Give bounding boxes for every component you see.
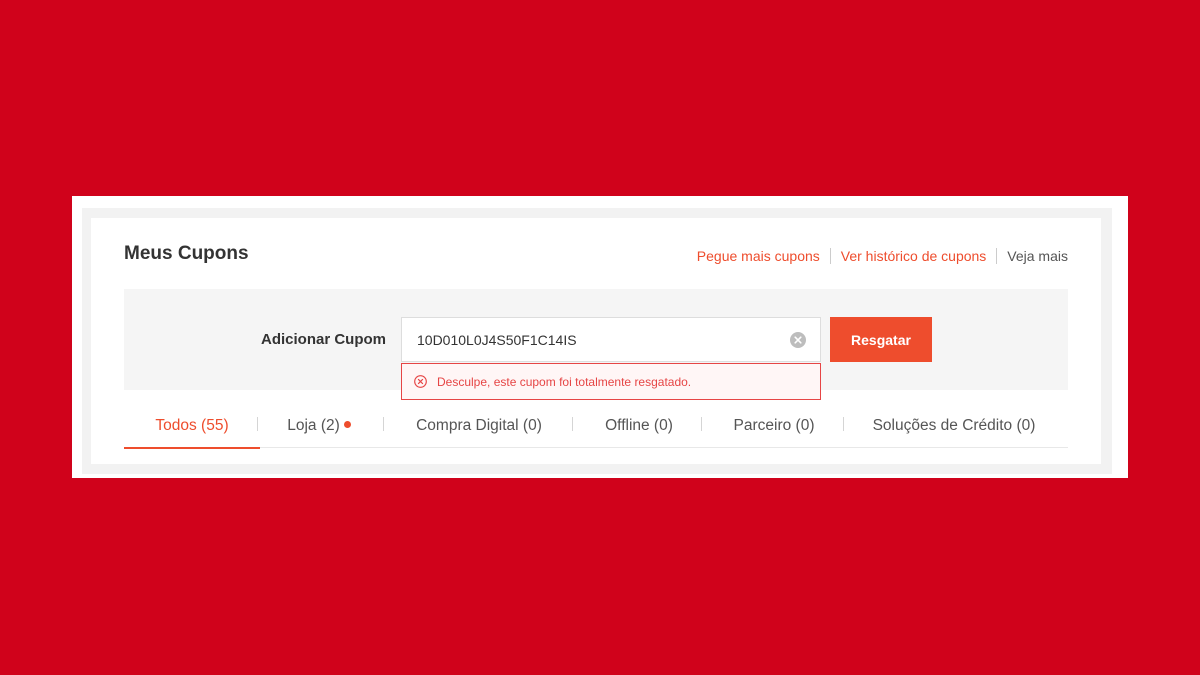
coupons-panel: Meus Cupons Pegue mais cupons Ver histór…: [91, 218, 1101, 464]
coupon-code-input[interactable]: [402, 318, 772, 361]
coupon-history-link[interactable]: Ver histórico de cupons: [841, 248, 987, 264]
tab-label: Compra Digital (0): [416, 417, 542, 434]
coupon-code-field[interactable]: [401, 317, 821, 362]
error-circle-x-icon: [414, 375, 427, 388]
tab-divider: [572, 417, 573, 431]
tab-label: Loja (2): [287, 417, 340, 434]
link-divider: [996, 248, 998, 264]
get-more-coupons-link[interactable]: Pegue mais cupons: [697, 248, 820, 264]
clear-input-icon[interactable]: [790, 332, 806, 348]
tab-credit-solutions[interactable]: Soluções de Crédito (0): [864, 404, 1044, 448]
tab-label: Offline (0): [605, 417, 673, 434]
link-divider: [829, 248, 831, 264]
tab-label: Parceiro (0): [733, 417, 815, 434]
add-coupon-label: Adicionar Cupom: [261, 331, 387, 348]
page-title: Meus Cupons: [124, 243, 249, 264]
screenshot-frame: Meus Cupons Pegue mais cupons Ver histór…: [72, 196, 1128, 478]
tab-store[interactable]: Loja (2): [274, 404, 364, 448]
header-links: Pegue mais cupons Ver histórico de cupon…: [697, 248, 1068, 264]
tab-divider: [701, 417, 702, 431]
tab-divider: [383, 417, 384, 431]
see-more-link[interactable]: Veja mais: [1007, 248, 1068, 264]
coupon-category-tabs: Todos (55) Loja (2) Compra Digital (0) O…: [124, 404, 1068, 449]
tab-all[interactable]: Todos (55): [124, 404, 260, 449]
tab-divider: [257, 417, 258, 431]
tab-label: Soluções de Crédito (0): [872, 417, 1036, 434]
tab-offline[interactable]: Offline (0): [589, 404, 689, 448]
error-message: Desculpe, este cupom foi totalmente resg…: [437, 374, 692, 389]
tab-divider: [843, 417, 844, 431]
tab-partner[interactable]: Parceiro (0): [719, 404, 829, 448]
error-tooltip: Desculpe, este cupom foi totalmente resg…: [401, 363, 821, 400]
tab-digital-purchase[interactable]: Compra Digital (0): [404, 404, 554, 448]
redeem-button[interactable]: Resgatar: [830, 317, 932, 362]
notification-dot: [343, 421, 351, 428]
tab-label: Todos (55): [155, 417, 229, 434]
